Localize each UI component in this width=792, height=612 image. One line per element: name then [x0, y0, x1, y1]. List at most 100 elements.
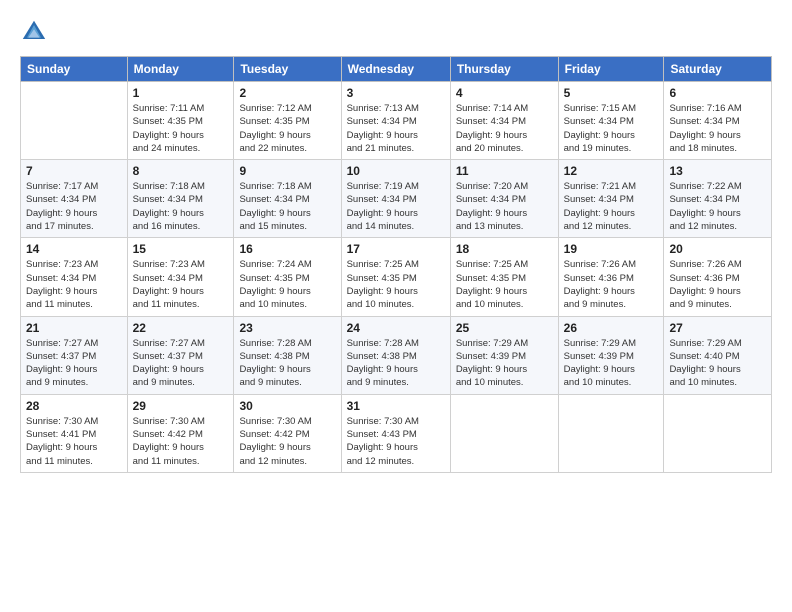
cell-content: Sunrise: 7:29 AMSunset: 4:39 PMDaylight:…	[456, 337, 553, 390]
cell-content: Sunrise: 7:28 AMSunset: 4:38 PMDaylight:…	[239, 337, 335, 390]
day-number: 29	[133, 399, 229, 413]
calendar-cell: 3 Sunrise: 7:13 AMSunset: 4:34 PMDaylight…	[341, 82, 450, 160]
day-number: 11	[456, 164, 553, 178]
day-number: 6	[669, 86, 766, 100]
cell-content: Sunrise: 7:16 AMSunset: 4:34 PMDaylight:…	[669, 102, 766, 155]
calendar-cell: 17 Sunrise: 7:25 AMSunset: 4:35 PMDayligh…	[341, 238, 450, 316]
day-number: 19	[564, 242, 659, 256]
day-number: 9	[239, 164, 335, 178]
calendar-cell: 2Sunrise: 7:12 AMSunset: 4:35 PMDaylight…	[234, 82, 341, 160]
calendar-cell: 12 Sunrise: 7:21 AMSunset: 4:34 PMDayligh…	[558, 160, 664, 238]
days-header-row: SundayMondayTuesdayWednesdayThursdayFrid…	[21, 57, 772, 82]
calendar-cell: 7Sunrise: 7:17 AMSunset: 4:34 PMDaylight…	[21, 160, 128, 238]
cell-content: Sunrise: 7:27 AMSunset: 4:37 PMDaylight:…	[133, 337, 229, 390]
day-header-wednesday: Wednesday	[341, 57, 450, 82]
calendar-cell	[664, 394, 772, 472]
calendar-cell: 21Sunrise: 7:27 AMSunset: 4:37 PMDayligh…	[21, 316, 128, 394]
cell-content: Sunrise: 7:25 AMSunset: 4:35 PMDaylight:…	[347, 258, 445, 311]
calendar-cell: 1 Sunrise: 7:11 AMSunset: 4:35 PMDaylight…	[127, 82, 234, 160]
day-number: 26	[564, 321, 659, 335]
calendar-cell: 5Sunrise: 7:15 AMSunset: 4:34 PMDaylight…	[558, 82, 664, 160]
header	[20, 18, 772, 46]
day-number: 16	[239, 242, 335, 256]
day-number: 22	[133, 321, 229, 335]
cell-content: Sunrise: 7:29 AMSunset: 4:40 PMDaylight:…	[669, 337, 766, 390]
day-number: 10	[347, 164, 445, 178]
calendar-cell: 6 Sunrise: 7:16 AMSunset: 4:34 PMDaylight…	[664, 82, 772, 160]
cell-content: Sunrise: 7:21 AMSunset: 4:34 PMDaylight:…	[564, 180, 659, 233]
day-number: 30	[239, 399, 335, 413]
cell-content: Sunrise: 7:28 AMSunset: 4:38 PMDaylight:…	[347, 337, 445, 390]
cell-content: Sunrise: 7:20 AMSunset: 4:34 PMDaylight:…	[456, 180, 553, 233]
day-number: 12	[564, 164, 659, 178]
cell-content: Sunrise: 7:29 AMSunset: 4:39 PMDaylight:…	[564, 337, 659, 390]
day-number: 1	[133, 86, 229, 100]
calendar-cell: 19Sunrise: 7:26 AMSunset: 4:36 PMDayligh…	[558, 238, 664, 316]
day-number: 3	[347, 86, 445, 100]
calendar-cell: 26 Sunrise: 7:29 AMSunset: 4:39 PMDayligh…	[558, 316, 664, 394]
day-number: 31	[347, 399, 445, 413]
logo	[20, 18, 52, 46]
week-row-3: 21Sunrise: 7:27 AMSunset: 4:37 PMDayligh…	[21, 316, 772, 394]
calendar-cell: 23 Sunrise: 7:28 AMSunset: 4:38 PMDayligh…	[234, 316, 341, 394]
calendar-cell: 31 Sunrise: 7:30 AMSunset: 4:43 PMDayligh…	[341, 394, 450, 472]
cell-content: Sunrise: 7:13 AMSunset: 4:34 PMDaylight:…	[347, 102, 445, 155]
logo-icon	[20, 18, 48, 46]
calendar-cell: 11 Sunrise: 7:20 AMSunset: 4:34 PMDayligh…	[450, 160, 558, 238]
day-number: 25	[456, 321, 553, 335]
day-number: 2	[239, 86, 335, 100]
calendar-body: 1 Sunrise: 7:11 AMSunset: 4:35 PMDaylight…	[21, 82, 772, 473]
day-number: 28	[26, 399, 122, 413]
calendar-cell: 14Sunrise: 7:23 AMSunset: 4:34 PMDayligh…	[21, 238, 128, 316]
calendar-cell: 27Sunrise: 7:29 AMSunset: 4:40 PMDayligh…	[664, 316, 772, 394]
page: SundayMondayTuesdayWednesdayThursdayFrid…	[0, 0, 792, 612]
calendar-cell	[21, 82, 128, 160]
cell-content: Sunrise: 7:30 AMSunset: 4:42 PMDaylight:…	[239, 415, 335, 468]
cell-content: Sunrise: 7:23 AMSunset: 4:34 PMDaylight:…	[133, 258, 229, 311]
cell-content: Sunrise: 7:18 AMSunset: 4:34 PMDaylight:…	[133, 180, 229, 233]
day-number: 20	[669, 242, 766, 256]
cell-content: Sunrise: 7:25 AMSunset: 4:35 PMDaylight:…	[456, 258, 553, 311]
cell-content: Sunrise: 7:18 AMSunset: 4:34 PMDaylight:…	[239, 180, 335, 233]
day-header-monday: Monday	[127, 57, 234, 82]
cell-content: Sunrise: 7:30 AMSunset: 4:41 PMDaylight:…	[26, 415, 122, 468]
week-row-2: 14Sunrise: 7:23 AMSunset: 4:34 PMDayligh…	[21, 238, 772, 316]
day-header-sunday: Sunday	[21, 57, 128, 82]
day-number: 5	[564, 86, 659, 100]
week-row-4: 28 Sunrise: 7:30 AMSunset: 4:41 PMDayligh…	[21, 394, 772, 472]
cell-content: Sunrise: 7:17 AMSunset: 4:34 PMDaylight:…	[26, 180, 122, 233]
week-row-1: 7Sunrise: 7:17 AMSunset: 4:34 PMDaylight…	[21, 160, 772, 238]
calendar-cell: 30 Sunrise: 7:30 AMSunset: 4:42 PMDayligh…	[234, 394, 341, 472]
calendar: SundayMondayTuesdayWednesdayThursdayFrid…	[20, 56, 772, 473]
week-row-0: 1 Sunrise: 7:11 AMSunset: 4:35 PMDaylight…	[21, 82, 772, 160]
cell-content: Sunrise: 7:22 AMSunset: 4:34 PMDaylight:…	[669, 180, 766, 233]
calendar-header: SundayMondayTuesdayWednesdayThursdayFrid…	[21, 57, 772, 82]
day-number: 15	[133, 242, 229, 256]
cell-content: Sunrise: 7:27 AMSunset: 4:37 PMDaylight:…	[26, 337, 122, 390]
calendar-cell: 15 Sunrise: 7:23 AMSunset: 4:34 PMDayligh…	[127, 238, 234, 316]
calendar-cell: 10 Sunrise: 7:19 AMSunset: 4:34 PMDayligh…	[341, 160, 450, 238]
cell-content: Sunrise: 7:30 AMSunset: 4:43 PMDaylight:…	[347, 415, 445, 468]
calendar-cell: 24 Sunrise: 7:28 AMSunset: 4:38 PMDayligh…	[341, 316, 450, 394]
calendar-cell: 8 Sunrise: 7:18 AMSunset: 4:34 PMDaylight…	[127, 160, 234, 238]
cell-content: Sunrise: 7:23 AMSunset: 4:34 PMDaylight:…	[26, 258, 122, 311]
cell-content: Sunrise: 7:14 AMSunset: 4:34 PMDaylight:…	[456, 102, 553, 155]
day-header-friday: Friday	[558, 57, 664, 82]
day-number: 23	[239, 321, 335, 335]
day-header-tuesday: Tuesday	[234, 57, 341, 82]
cell-content: Sunrise: 7:19 AMSunset: 4:34 PMDaylight:…	[347, 180, 445, 233]
day-number: 17	[347, 242, 445, 256]
cell-content: Sunrise: 7:30 AMSunset: 4:42 PMDaylight:…	[133, 415, 229, 468]
day-number: 24	[347, 321, 445, 335]
cell-content: Sunrise: 7:11 AMSunset: 4:35 PMDaylight:…	[133, 102, 229, 155]
calendar-cell: 22 Sunrise: 7:27 AMSunset: 4:37 PMDayligh…	[127, 316, 234, 394]
cell-content: Sunrise: 7:24 AMSunset: 4:35 PMDaylight:…	[239, 258, 335, 311]
calendar-cell: 20Sunrise: 7:26 AMSunset: 4:36 PMDayligh…	[664, 238, 772, 316]
day-number: 18	[456, 242, 553, 256]
calendar-cell: 13 Sunrise: 7:22 AMSunset: 4:34 PMDayligh…	[664, 160, 772, 238]
calendar-cell: 4Sunrise: 7:14 AMSunset: 4:34 PMDaylight…	[450, 82, 558, 160]
calendar-cell	[558, 394, 664, 472]
day-number: 8	[133, 164, 229, 178]
calendar-cell: 9 Sunrise: 7:18 AMSunset: 4:34 PMDaylight…	[234, 160, 341, 238]
day-number: 13	[669, 164, 766, 178]
